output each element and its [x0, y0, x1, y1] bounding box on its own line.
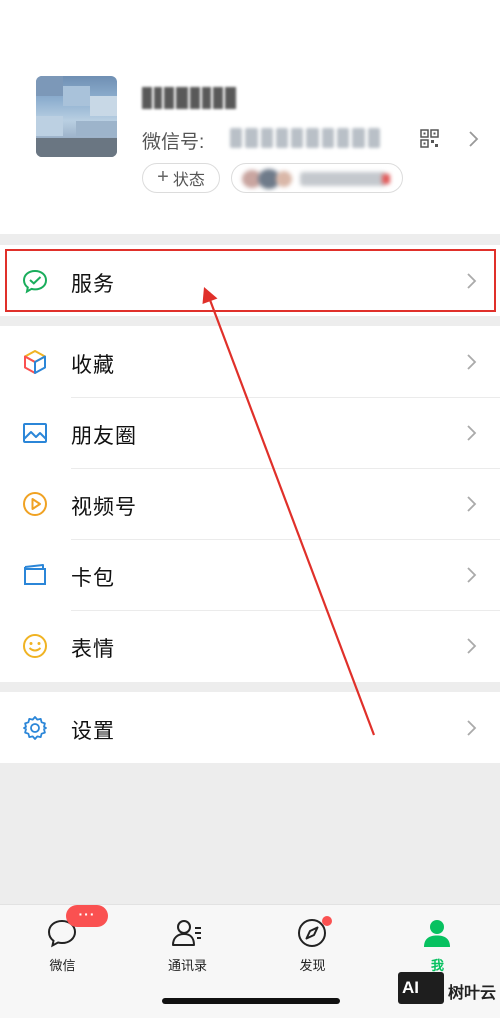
- nickname-blurred: [142, 84, 236, 112]
- smiley-icon: [23, 634, 47, 658]
- watermark: AI 树叶云: [398, 970, 498, 1006]
- discover-notification-dot: [322, 916, 332, 926]
- settings-group: 设置: [0, 692, 500, 763]
- menu-label-channels: 视频号: [71, 496, 137, 519]
- tab-label-discover: 发现: [299, 958, 326, 973]
- channels-play-icon: [23, 492, 47, 516]
- menu-item-moments[interactable]: 朋友圈: [0, 397, 500, 468]
- watermark-text: 树叶云: [448, 985, 497, 1002]
- wechat-id-label: 微信号:: [142, 132, 205, 153]
- menu-item-cards[interactable]: 卡包: [0, 539, 500, 610]
- watermark-logo: AI: [398, 972, 444, 1004]
- home-indicator[interactable]: [162, 998, 340, 1004]
- unread-badge: ···: [66, 905, 108, 927]
- chevron-right-icon: [467, 567, 477, 583]
- wechat-id-blurred: [230, 128, 380, 148]
- menu-label-settings: 设置: [71, 720, 115, 743]
- contacts-icon: [172, 920, 201, 946]
- menu-label-cards: 卡包: [71, 567, 115, 590]
- plus-icon: +: [157, 166, 169, 188]
- tab-contacts[interactable]: 通讯录: [125, 905, 250, 985]
- main-menu-group: 收藏 朋友圈 视频号 卡包 表情: [0, 326, 500, 682]
- profile-card[interactable]: 微信号: + 状态: [0, 0, 500, 234]
- person-icon-active: [424, 920, 450, 947]
- tab-label-chats: 微信: [49, 958, 76, 973]
- chevron-right-icon[interactable]: [466, 130, 480, 148]
- chevron-right-icon: [467, 720, 477, 736]
- menu-item-channels[interactable]: 视频号: [0, 468, 500, 539]
- favorites-cube-icon: [24, 350, 46, 374]
- moments-image-icon: [23, 423, 47, 443]
- status-button[interactable]: + 状态: [142, 163, 220, 193]
- friends-status-pill[interactable]: [231, 163, 403, 193]
- tab-chats[interactable]: ··· 微信: [0, 905, 125, 985]
- status-label: 状态: [172, 172, 205, 189]
- menu-label-moments: 朋友圈: [71, 425, 137, 448]
- menu-item-favorites[interactable]: 收藏: [0, 326, 500, 397]
- chevron-right-icon: [467, 496, 477, 512]
- chevron-right-icon: [467, 354, 477, 370]
- menu-label-favorites: 收藏: [71, 354, 115, 377]
- card-wallet-icon: [24, 564, 46, 585]
- annotation-highlight-box: [5, 249, 496, 312]
- menu-item-settings[interactable]: 设置: [0, 692, 500, 763]
- menu-label-stickers: 表情: [71, 638, 115, 661]
- tab-label-contacts: 通讯录: [167, 958, 207, 973]
- tab-discover[interactable]: 发现: [250, 905, 375, 985]
- qr-code-icon[interactable]: [420, 129, 439, 148]
- chevron-right-icon: [467, 638, 477, 654]
- menu-item-stickers[interactable]: 表情: [0, 610, 500, 681]
- avatar[interactable]: [36, 76, 117, 157]
- chevron-right-icon: [467, 425, 477, 441]
- gear-icon: [23, 716, 47, 740]
